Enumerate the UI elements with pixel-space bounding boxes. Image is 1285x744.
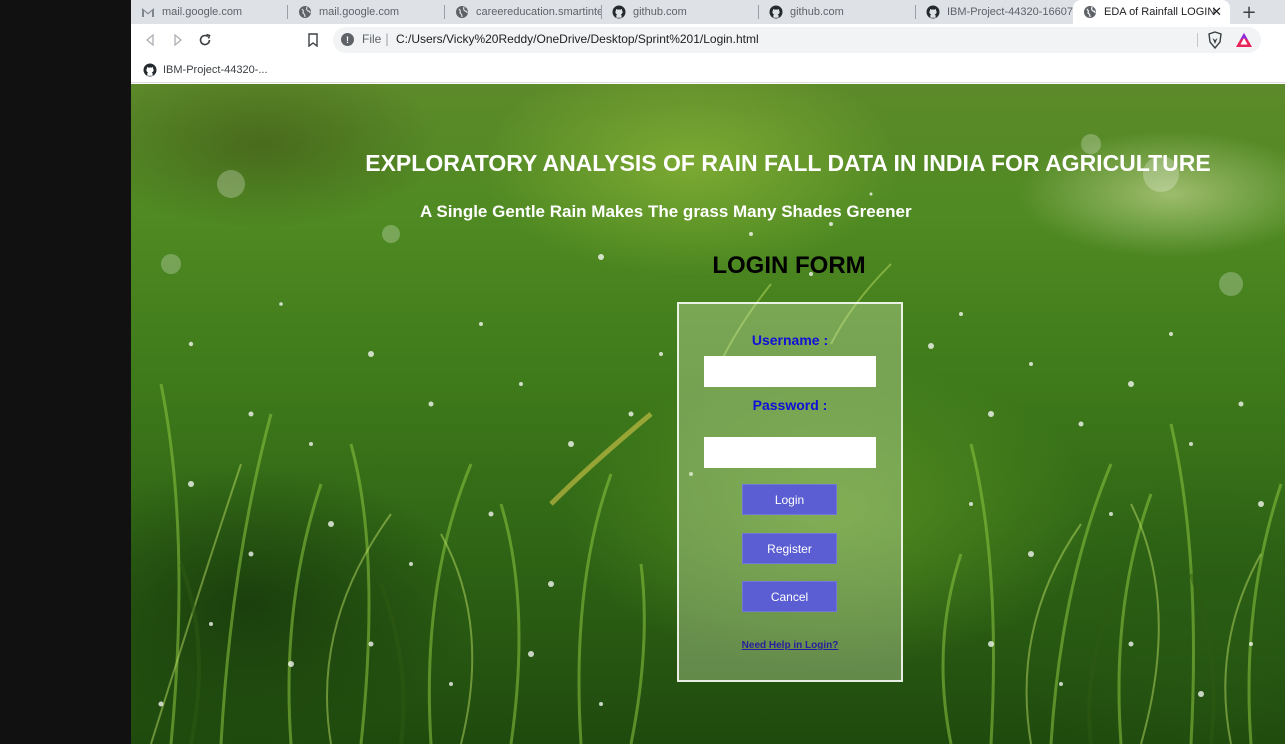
back-arrow-icon [145, 34, 154, 46]
tab-label: mail.google.com [162, 6, 243, 18]
desktop-dark-margin [0, 0, 131, 744]
cancel-button[interactable]: Cancel [742, 581, 837, 612]
register-button[interactable]: Register [742, 533, 837, 564]
close-tab-icon[interactable]: ✕ [1211, 4, 1222, 20]
address-separator: | [385, 32, 390, 46]
tab-mail-google[interactable]: mail.google.com [288, 0, 445, 24]
github-icon [769, 5, 783, 19]
tab-github-1[interactable]: github.com [602, 0, 759, 24]
username-label: Username : [751, 332, 829, 348]
reload-icon [199, 33, 211, 46]
globe-icon [1084, 6, 1096, 18]
reload-button[interactable] [195, 30, 215, 50]
gmail-icon [142, 8, 154, 17]
new-tab-button[interactable]: + [1237, 0, 1261, 24]
brave-rewards-icon[interactable] [1235, 32, 1253, 48]
globe-icon [456, 6, 468, 18]
tab-label: careereducation.smartinter [476, 6, 602, 18]
tab-label: EDA of Rainfall LOGIN [1104, 6, 1216, 18]
tab-strip: mail.google.com mail.google.com careered… [131, 0, 1285, 24]
password-label: Password : [752, 397, 828, 413]
username-input[interactable] [704, 356, 876, 387]
bookmark-icon [308, 33, 318, 47]
address-bar[interactable]: ! File | C:/Users/Vicky%20Reddy/OneDrive… [333, 27, 1261, 53]
github-icon [143, 63, 157, 77]
bookmark-ibm-project[interactable]: IBM-Project-44320-... [143, 60, 268, 80]
tab-gmail[interactable]: mail.google.com [131, 0, 288, 24]
page-subtitle: A Single Gentle Rain Makes The grass Man… [420, 202, 912, 221]
need-help-link[interactable]: Need Help in Login? [679, 640, 901, 651]
bookmarks-bar: IBM-Project-44320-... [131, 56, 1285, 83]
forward-arrow-icon [174, 34, 183, 46]
tab-eda-login-active[interactable]: EDA of Rainfall LOGIN ✕ [1073, 0, 1230, 24]
bookmark-label: IBM-Project-44320-... [163, 64, 268, 76]
password-input[interactable] [704, 437, 876, 468]
login-form: Username : Password : Login Register Can… [677, 302, 903, 682]
address-url[interactable]: C:/Users/Vicky%20Reddy/OneDrive/Desktop/… [396, 32, 759, 46]
bookmark-page-button[interactable] [303, 30, 323, 50]
toolbar-divider [1197, 33, 1198, 47]
tab-label: IBM-Project-44320-16607 [947, 6, 1073, 18]
github-icon [612, 5, 626, 19]
tab-ibm-project[interactable]: IBM-Project-44320-16607 [916, 0, 1073, 24]
tab-label: mail.google.com [319, 6, 400, 18]
github-icon [926, 5, 940, 19]
browser-window: mail.google.com mail.google.com careered… [131, 0, 1285, 744]
back-button[interactable] [140, 30, 160, 50]
form-heading: LOGIN FORM [712, 252, 866, 279]
login-button[interactable]: Login [742, 484, 837, 515]
page-title: EXPLORATORY ANALYSIS OF RAIN FALL DATA I… [365, 150, 1211, 176]
address-scheme-label: File [362, 32, 382, 46]
browser-toolbar: ! File | C:/Users/Vicky%20Reddy/OneDrive… [131, 24, 1285, 56]
tab-careereducation[interactable]: careereducation.smartinter [445, 0, 602, 24]
info-icon[interactable]: ! [341, 33, 354, 46]
forward-button[interactable] [168, 30, 188, 50]
tab-github-2[interactable]: github.com [759, 0, 916, 24]
globe-icon [299, 6, 311, 18]
brave-shield-icon[interactable] [1207, 31, 1223, 49]
tab-label: github.com [790, 6, 844, 18]
tab-label: github.com [633, 6, 687, 18]
login-page: EXPLORATORY ANALYSIS OF RAIN FALL DATA I… [131, 84, 1285, 744]
